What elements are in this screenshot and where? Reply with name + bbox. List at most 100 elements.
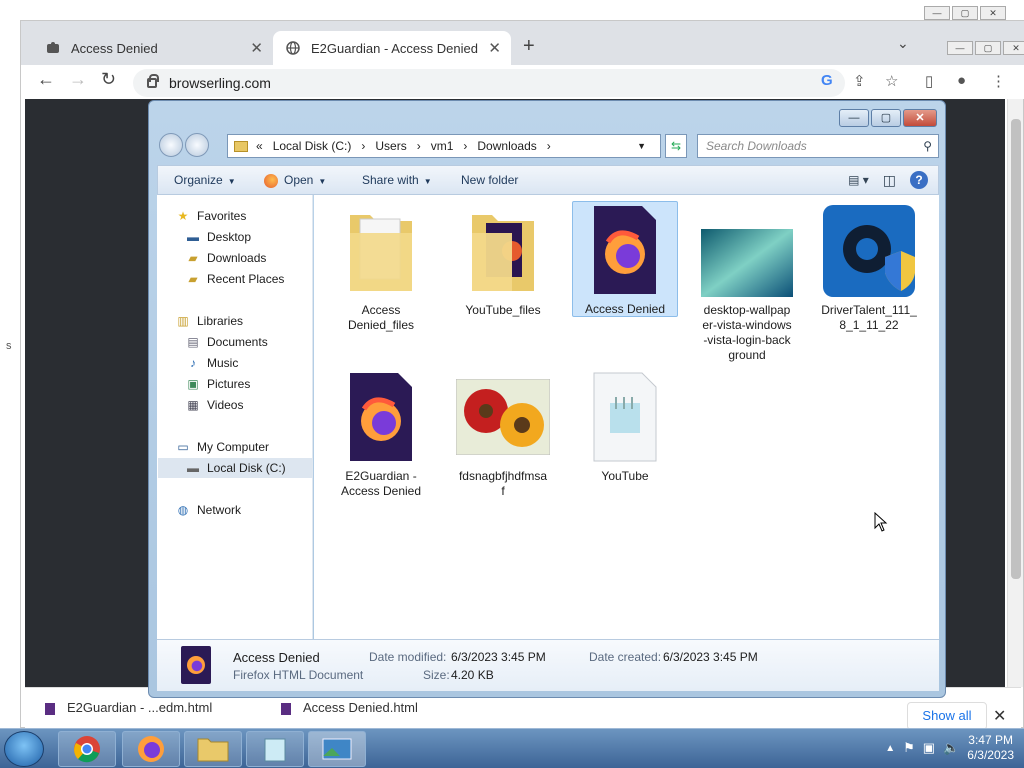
action-center-icon[interactable]: ⚑	[903, 740, 915, 756]
outer-minimize-button[interactable]: —	[924, 6, 950, 20]
tray-expand-icon[interactable]: ▲	[885, 743, 895, 754]
volume-icon[interactable]: 🔈	[943, 740, 959, 756]
lock-icon	[147, 74, 159, 88]
nav-music[interactable]: ♪ Music	[185, 356, 238, 370]
firefox-file-icon	[281, 702, 291, 715]
nav-label: Pictures	[207, 377, 251, 391]
nav-libraries[interactable]: ▥ Libraries	[175, 314, 243, 328]
file-item[interactable]: DriverTalent_111_ 8_1_11_22	[816, 203, 922, 333]
nav-my-computer[interactable]: ▭ My Computer	[175, 440, 269, 454]
breadcrumb-separator-icon[interactable]: ›	[463, 139, 467, 153]
forward-button[interactable]	[185, 133, 209, 157]
clock-date: 6/3/2023	[967, 748, 1014, 762]
network-status-icon[interactable]: ▣	[923, 740, 935, 756]
breadcrumb[interactable]: « Local Disk (C:) › Users › vm1 › Downloads…	[227, 134, 661, 158]
outer-close-button[interactable]: ✕	[980, 6, 1006, 20]
chrome-maximize-button[interactable]: ▢	[975, 41, 1001, 55]
tab-access-denied[interactable]: Access Denied ✕	[33, 31, 273, 65]
chevron-down-icon: ▼	[318, 177, 327, 186]
forward-arrow-icon[interactable]: →	[69, 69, 87, 90]
help-icon[interactable]: ?	[910, 171, 928, 189]
breadcrumb-users[interactable]: Users	[375, 139, 406, 153]
explorer-maximize-button[interactable]: ▢	[871, 109, 901, 127]
file-item[interactable]: desktop-wallpap er-vista-windows -vista-…	[694, 203, 800, 363]
scrollbar-thumb[interactable]	[1011, 119, 1021, 579]
breadcrumb-vm1[interactable]: vm1	[431, 139, 454, 153]
refresh-button[interactable]: ⇆	[665, 134, 687, 158]
nav-network[interactable]: ◍ Network	[175, 503, 241, 517]
menu-kebab-icon[interactable]: ⋮	[991, 72, 1006, 90]
views-icon[interactable]: ▤ ▾	[848, 173, 869, 187]
breadcrumb-local-disk[interactable]: Local Disk (C:)	[273, 139, 352, 153]
preview-pane-icon[interactable]: ◫	[883, 172, 896, 189]
download-bar-close-icon[interactable]: ✕	[993, 706, 1006, 726]
show-all-button[interactable]: Show all	[907, 702, 987, 730]
downloads-folder-icon: ▰	[188, 251, 198, 265]
globe-icon	[285, 40, 301, 56]
explorer-close-button[interactable]: ✕	[903, 109, 937, 127]
taskbar-image-viewer-button[interactable]	[308, 731, 366, 767]
outer-maximize-button[interactable]: ▢	[952, 6, 978, 20]
breadcrumb-separator-icon[interactable]: ›	[547, 139, 551, 153]
nav-local-disk[interactable]: ▬ Local Disk (C:)	[158, 458, 312, 478]
reload-icon[interactable]: ↻	[101, 69, 116, 90]
taskbar-firefox-button[interactable]	[122, 731, 180, 767]
tab-close-icon[interactable]: ✕	[250, 39, 263, 57]
breadcrumb-separator-icon[interactable]: ›	[417, 139, 421, 153]
tab-e2guardian[interactable]: E2Guardian - Access Denied ✕	[273, 31, 511, 65]
taskbar-notepad-button[interactable]	[246, 731, 304, 767]
file-item[interactable]: Access Denied_files	[328, 203, 434, 333]
download-item-2[interactable]: Access Denied.html	[281, 700, 418, 715]
breadcrumb-downloads[interactable]: Downloads	[477, 139, 536, 153]
profile-icon[interactable]: ●	[957, 72, 966, 89]
firefox-document-icon	[573, 202, 677, 298]
nav-pictures[interactable]: ▣ Pictures	[185, 377, 250, 391]
search-icon[interactable]: ⚲	[923, 139, 932, 153]
url-text: browserling.com	[169, 75, 271, 91]
new-folder-button[interactable]: New folder	[461, 173, 518, 187]
chrome-close-button[interactable]: ✕	[1003, 41, 1024, 55]
nav-label: My Computer	[197, 440, 270, 454]
explorer-window-controls: — ▢ ✕	[839, 109, 937, 127]
tab-title: E2Guardian - Access Denied	[311, 40, 478, 56]
search-input[interactable]: Search Downloads ⚲	[697, 134, 939, 158]
nav-recent-places[interactable]: ▰ Recent Places	[185, 272, 284, 286]
file-item[interactable]: YouTube_files	[450, 203, 556, 318]
open-button[interactable]: Open ▼	[264, 173, 326, 188]
taskbar-explorer-button[interactable]	[184, 731, 242, 767]
desktop-icon: ▬	[187, 230, 199, 244]
nav-favorites[interactable]: ★ Favorites	[175, 209, 247, 223]
explorer-minimize-button[interactable]: —	[839, 109, 869, 127]
chrome-minimize-button[interactable]: —	[947, 41, 973, 55]
bookmark-star-icon[interactable]: ☆	[885, 72, 898, 90]
clock[interactable]: 3:47 PM 6/3/2023	[967, 733, 1014, 763]
file-item[interactable]: YouTube	[572, 369, 678, 484]
download-item-1[interactable]: E2Guardian - ...edm.html	[45, 700, 212, 715]
new-tab-icon[interactable]: +	[523, 35, 535, 58]
file-item-selected[interactable]: Access Denied	[572, 201, 678, 317]
file-name-line: f	[501, 484, 505, 498]
tab-close-icon[interactable]: ✕	[488, 39, 501, 57]
back-button[interactable]	[159, 133, 183, 157]
nav-desktop[interactable]: ▬ Desktop	[185, 230, 251, 244]
tab-search-chevron-icon[interactable]: ⌄	[897, 35, 909, 52]
organize-button[interactable]: Organize ▼	[174, 173, 236, 187]
back-arrow-icon[interactable]: ←	[37, 69, 55, 90]
file-item[interactable]: fdsnagbfjhdfmsa f	[450, 369, 556, 499]
google-icon[interactable]: G	[821, 72, 833, 89]
breadcrumb-separator-icon[interactable]: ›	[361, 139, 365, 153]
nav-videos[interactable]: ▦ Videos	[185, 398, 243, 412]
nav-downloads[interactable]: ▰ Downloads	[185, 251, 266, 265]
file-item[interactable]: E2Guardian - Access Denied	[328, 369, 434, 499]
side-panel-icon[interactable]: ▯	[925, 72, 933, 90]
file-name-line: E2Guardian -	[345, 469, 417, 483]
address-dropdown-icon[interactable]: ▼	[637, 141, 646, 151]
chevron-down-icon: ▼	[423, 177, 432, 186]
address-bar[interactable]: browserling.com	[133, 69, 845, 97]
taskbar-chrome-button[interactable]	[58, 731, 116, 767]
share-with-button[interactable]: Share with ▼	[362, 173, 432, 187]
share-icon[interactable]: ⇪	[853, 72, 866, 90]
nav-documents[interactable]: ▤ Documents	[185, 335, 267, 349]
page-scrollbar[interactable]	[1007, 99, 1023, 687]
windows-start-button[interactable]	[4, 731, 44, 767]
